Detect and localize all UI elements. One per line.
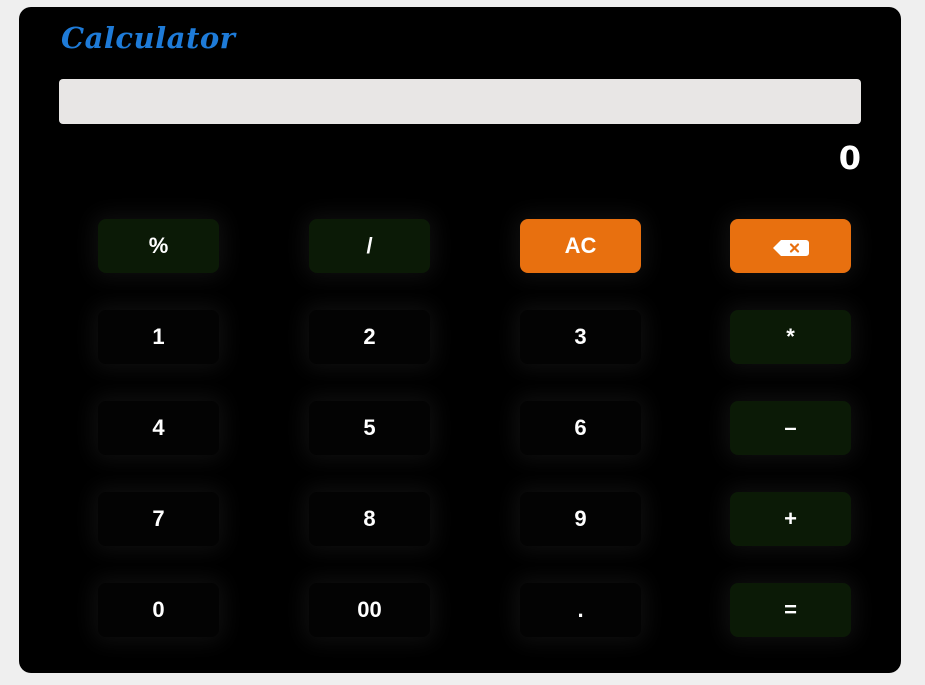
- digit-9-button[interactable]: 9: [520, 492, 641, 546]
- calculator-panel: Calculator 0 % / AC 1 2 3 * 4 5 6 – 7 8 …: [19, 7, 901, 673]
- digit-7-button[interactable]: 7: [98, 492, 219, 546]
- divide-button[interactable]: /: [309, 219, 430, 273]
- result-display: 0: [838, 139, 861, 177]
- equals-button[interactable]: =: [730, 583, 851, 637]
- multiply-button[interactable]: *: [730, 310, 851, 364]
- digit-1-button[interactable]: 1: [98, 310, 219, 364]
- percent-button[interactable]: %: [98, 219, 219, 273]
- add-button[interactable]: +: [730, 492, 851, 546]
- expression-input[interactable]: [59, 79, 861, 124]
- decimal-button[interactable]: .: [520, 583, 641, 637]
- digit-2-button[interactable]: 2: [309, 310, 430, 364]
- digit-6-button[interactable]: 6: [520, 401, 641, 455]
- backspace-button[interactable]: [730, 219, 851, 273]
- clear-button[interactable]: AC: [520, 219, 641, 273]
- digit-0-button[interactable]: 0: [98, 583, 219, 637]
- double-zero-button[interactable]: 00: [309, 583, 430, 637]
- app-title: Calculator: [61, 21, 236, 55]
- digit-8-button[interactable]: 8: [309, 492, 430, 546]
- digit-5-button[interactable]: 5: [309, 401, 430, 455]
- subtract-button[interactable]: –: [730, 401, 851, 455]
- digit-3-button[interactable]: 3: [520, 310, 641, 364]
- digit-4-button[interactable]: 4: [98, 401, 219, 455]
- backspace-icon: [772, 237, 810, 256]
